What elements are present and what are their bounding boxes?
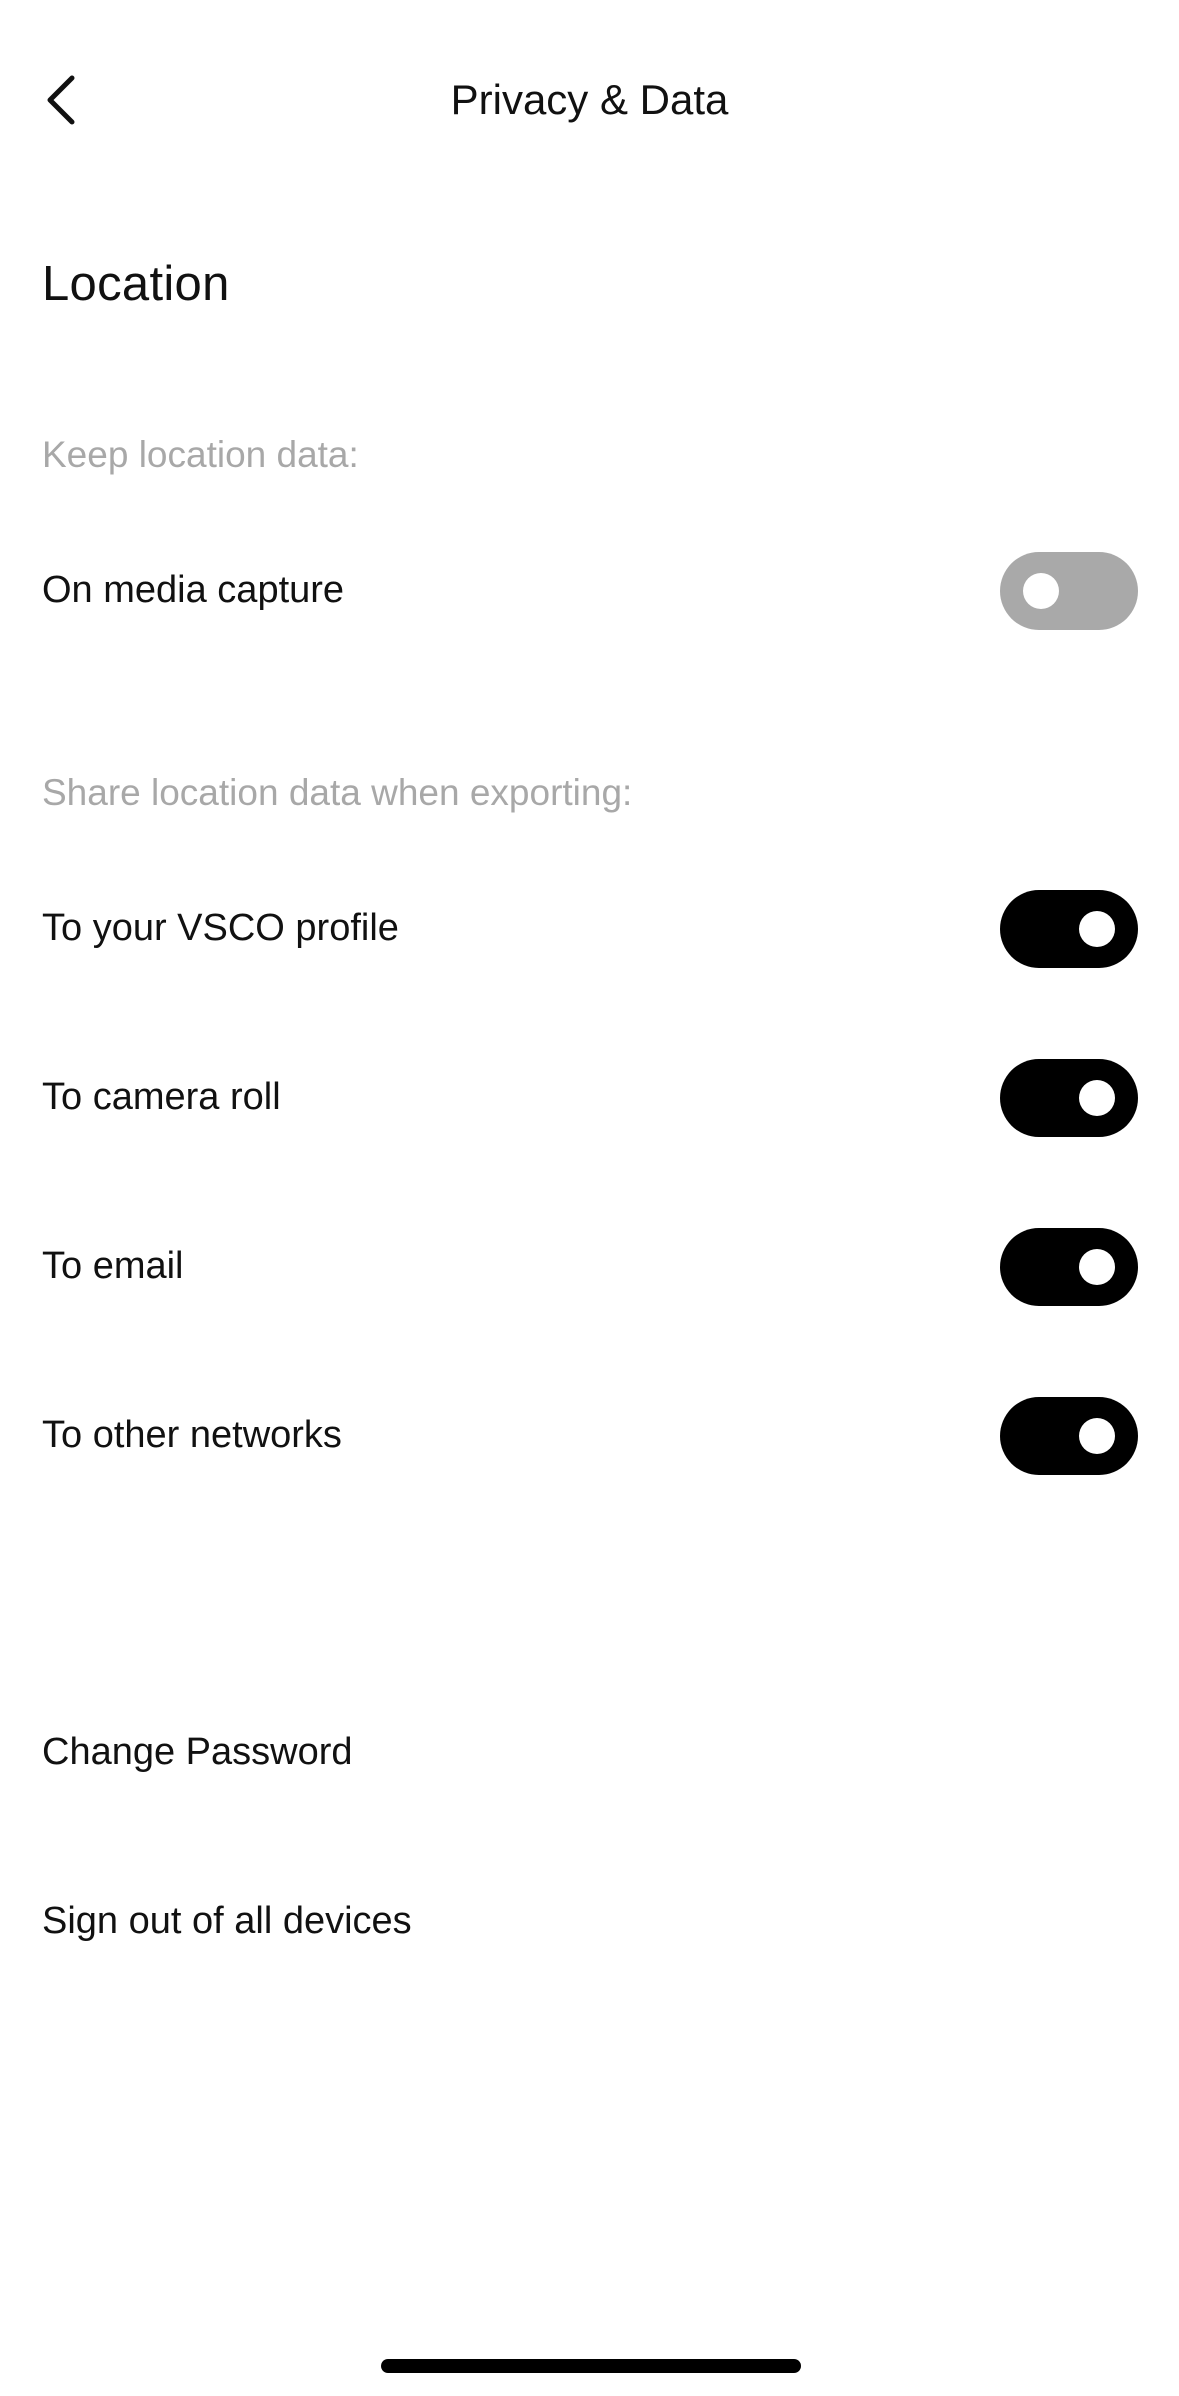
sign-out-all-devices-link[interactable]: Sign out of all devices [42,1900,412,1943]
location-section-title: Location [42,257,230,311]
setting-label: To other networks [42,1414,342,1456]
toggle-knob [1079,1249,1115,1285]
setting-row-media-capture: On media capture [0,530,1179,650]
nav-header: Privacy & Data [0,40,1179,160]
setting-label: To email [42,1245,184,1287]
toggle-knob [1079,1418,1115,1454]
setting-label: On media capture [42,569,345,611]
setting-row-vsco-profile: To your VSCO profile [0,868,1179,988]
home-indicator [381,2359,801,2373]
toggle-knob [1079,1080,1115,1116]
setting-label: To your VSCO profile [42,907,399,949]
share-location-group-label: Share location data when exporting: [42,772,633,813]
setting-row-camera-roll: To camera roll [0,1037,1179,1157]
other-networks-toggle[interactable] [1000,1397,1138,1475]
toggle-knob [1079,911,1115,947]
toggle-knob [1023,573,1059,609]
email-toggle[interactable] [1000,1228,1138,1306]
change-password-link[interactable]: Change Password [42,1731,353,1774]
setting-row-other-networks: To other networks [0,1375,1179,1495]
keep-location-group-label: Keep location data: [42,434,359,475]
vsco-profile-toggle[interactable] [1000,890,1138,968]
setting-label: To camera roll [42,1076,281,1118]
setting-row-email: To email [0,1206,1179,1326]
page-title: Privacy & Data [450,76,729,123]
media-capture-toggle[interactable] [1000,552,1138,630]
camera-roll-toggle[interactable] [1000,1059,1138,1137]
